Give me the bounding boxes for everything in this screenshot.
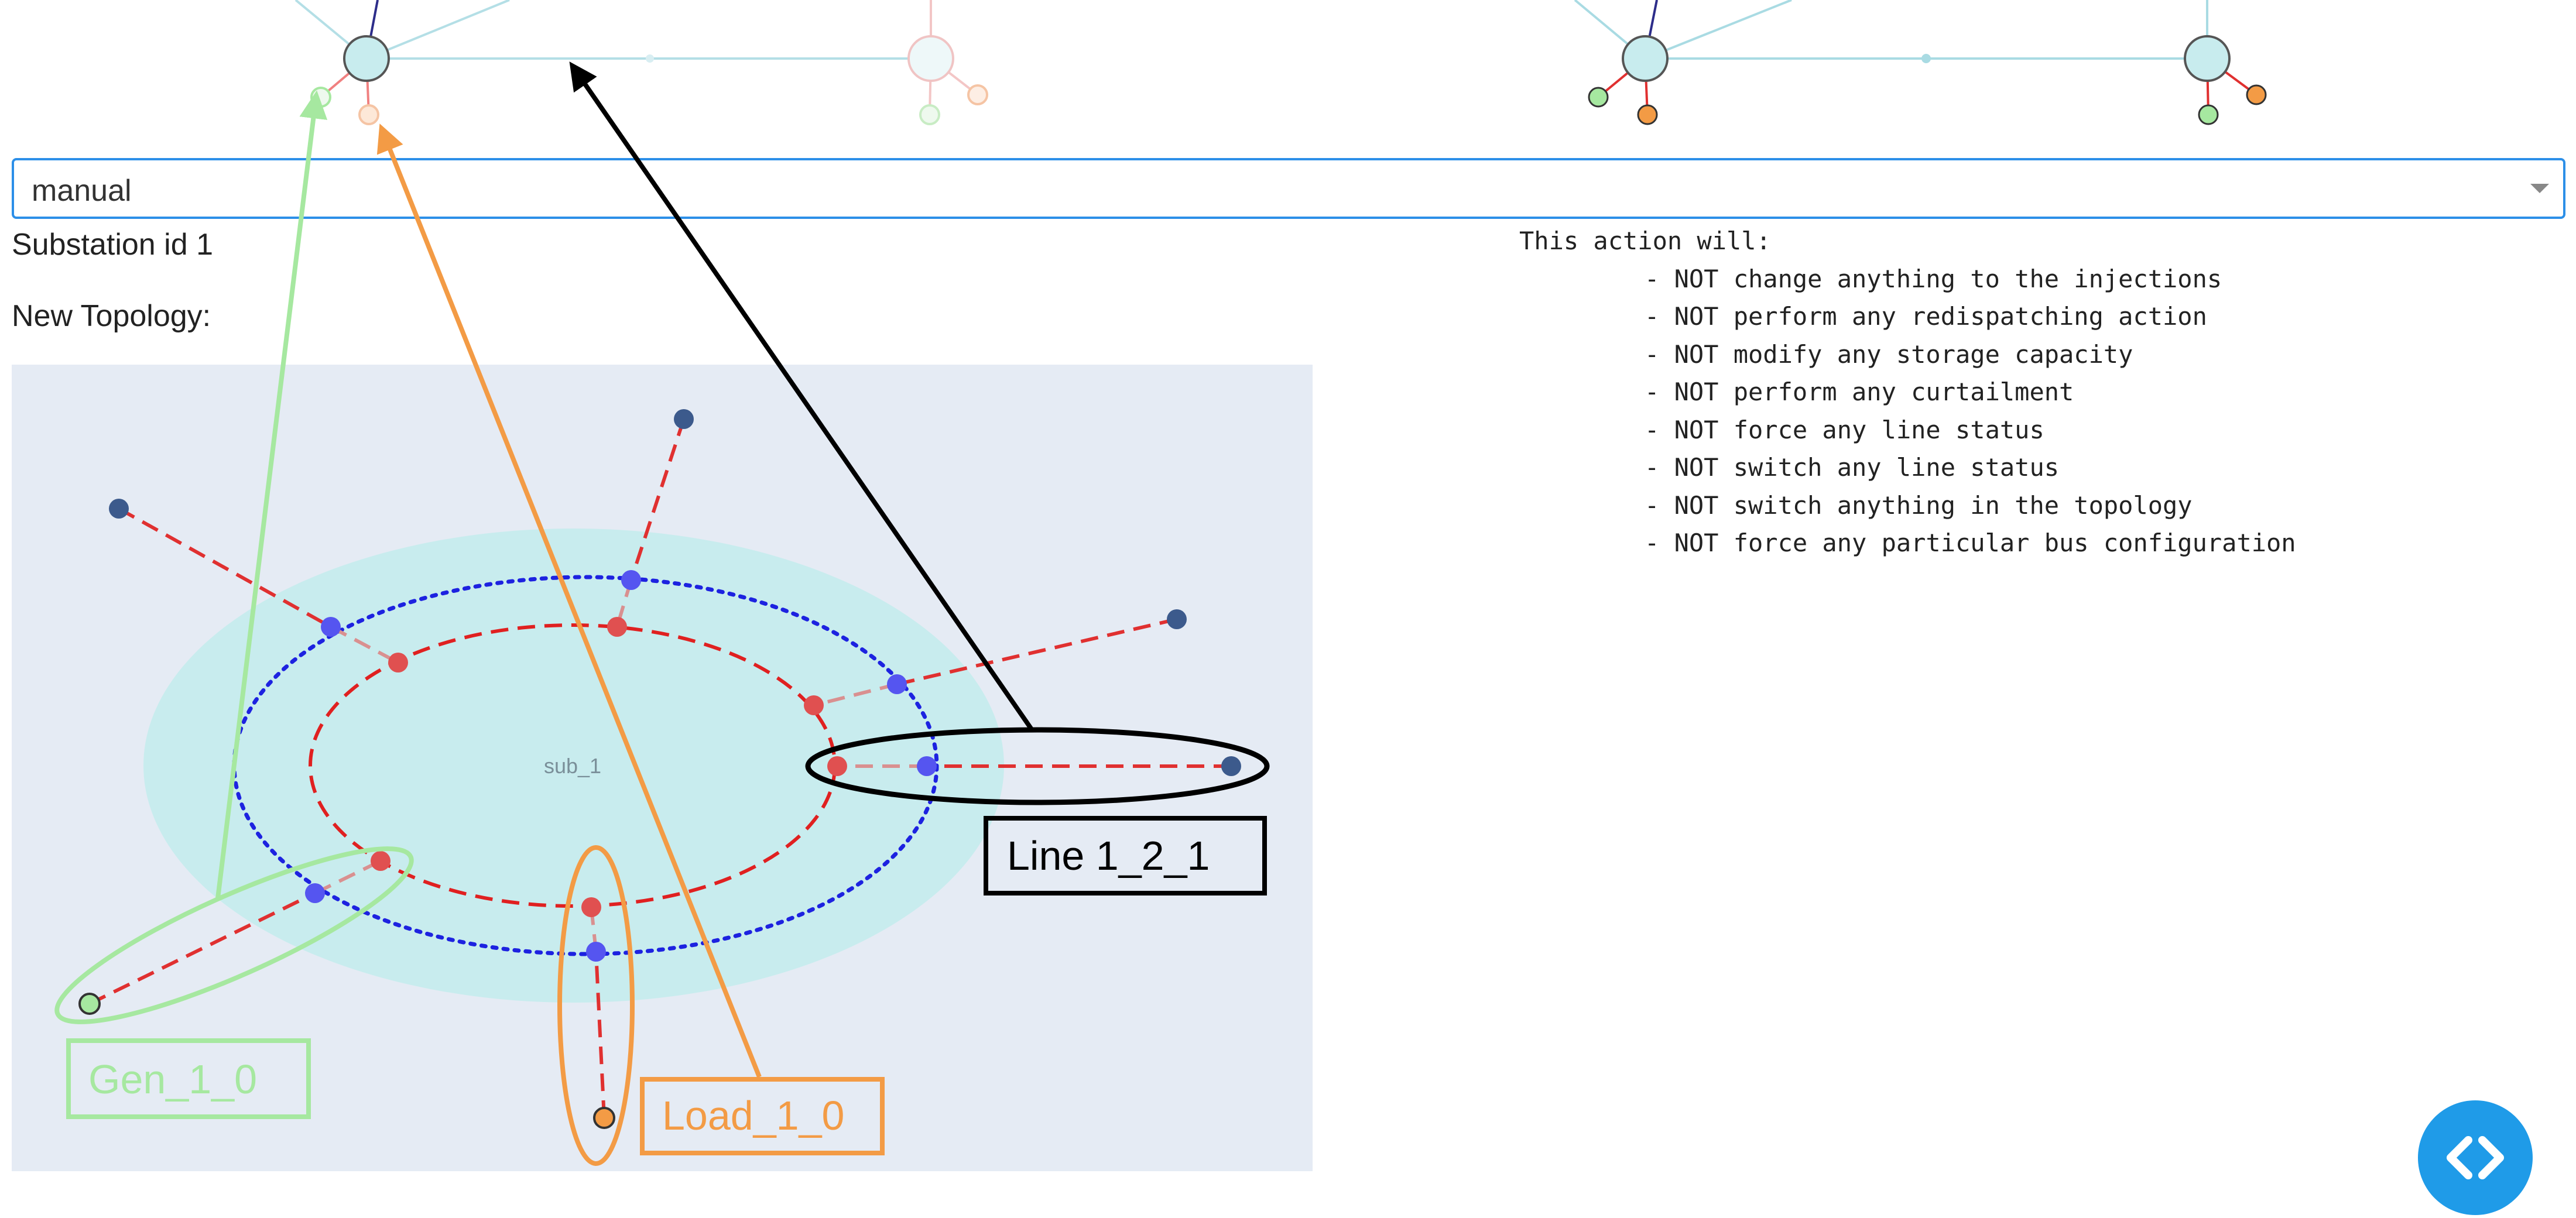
gen-callout-label: Gen_1_0	[66, 1038, 311, 1119]
gen-1_0-node[interactable]	[78, 993, 101, 1015]
line-midpoint	[646, 54, 654, 63]
bus-2-node[interactable]	[887, 674, 907, 694]
bus-2-node[interactable]	[586, 942, 606, 962]
line-1_2_1-node[interactable]	[1221, 756, 1241, 776]
bus-1-node[interactable]	[804, 695, 824, 715]
substation-node	[907, 35, 954, 82]
action-summary-item: - NOT switch anything in the topology	[1645, 490, 2193, 520]
load-node	[358, 104, 379, 125]
action-summary-item: - NOT perform any redispatching action	[1645, 302, 2207, 331]
mode-select-dropdown[interactable]: manual	[12, 158, 2565, 219]
load-1_0-node[interactable]	[593, 1107, 615, 1129]
generator-node	[1588, 87, 1609, 108]
action-summary-item: - NOT perform any curtailment	[1645, 378, 2074, 406]
generator-node	[310, 87, 331, 108]
load-callout-label: Load_1_0	[640, 1077, 885, 1155]
bus-1-node[interactable]	[581, 897, 601, 917]
bus-2-node[interactable]	[917, 756, 937, 776]
action-summary: This action will: - NOT change anything …	[1519, 222, 2296, 562]
action-summary-header: This action will:	[1519, 227, 1771, 255]
generator-node	[919, 104, 940, 125]
bus-1-node[interactable]	[371, 851, 390, 871]
load-node	[2246, 84, 2267, 105]
bus-1-node[interactable]	[388, 653, 408, 673]
action-summary-item: - NOT switch any line status	[1645, 453, 2060, 482]
line-element-node[interactable]	[109, 499, 129, 519]
code-toggle-button[interactable]	[2418, 1100, 2533, 1215]
mode-select-value: manual	[32, 174, 132, 208]
substation-node	[343, 35, 390, 82]
substation-node	[1622, 35, 1669, 82]
generator-node	[2198, 104, 2219, 125]
action-summary-item: - NOT modify any storage capacity	[1645, 339, 2133, 369]
action-summary-item: - NOT force any line status	[1645, 415, 2044, 444]
substation-name-label: sub_1	[544, 754, 601, 778]
substation-node	[2184, 35, 2231, 82]
bus-1-node[interactable]	[827, 756, 847, 776]
top-grid-diagrams	[294, 0, 2267, 125]
action-summary-item: - NOT force any particular bus configura…	[1645, 529, 2296, 557]
code-icon	[2447, 1136, 2504, 1179]
right-grid-diagram	[1574, 0, 2267, 125]
action-summary-item: - NOT change anything to the injections	[1645, 264, 2222, 293]
line-element-node[interactable]	[674, 409, 694, 429]
line-element-node[interactable]	[1167, 609, 1187, 629]
line-midpoint	[1921, 54, 1931, 63]
chevron-down-icon[interactable]	[2530, 184, 2549, 193]
bus-2-node[interactable]	[305, 883, 325, 903]
bus-1-node[interactable]	[607, 617, 627, 637]
line-callout-label: Line 1_2_1	[984, 816, 1267, 896]
load-node	[1637, 104, 1658, 125]
bus-2-node[interactable]	[621, 570, 641, 590]
load-node	[967, 84, 988, 105]
bus-2-node[interactable]	[321, 617, 341, 637]
grid-line	[1645, 0, 1792, 60]
substation-id-label: Substation id 1	[12, 228, 214, 262]
left-grid-diagram	[294, 0, 988, 125]
new-topology-label: New Topology:	[12, 299, 211, 333]
